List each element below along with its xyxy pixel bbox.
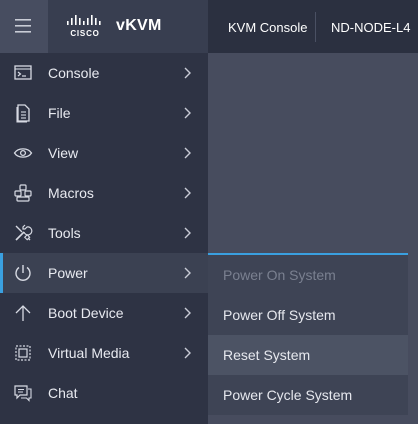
- console-icon: [14, 65, 32, 80]
- submenu-power-off[interactable]: Power Off System: [208, 295, 408, 335]
- sidebar-item-label: Virtual Media: [48, 345, 130, 361]
- brand-area: CISCO vKVM: [0, 0, 208, 53]
- sidebar-item-tools[interactable]: Tools: [0, 213, 208, 253]
- chat-icon: [14, 385, 32, 402]
- kvm-console-link[interactable]: KVM Console: [228, 20, 307, 35]
- chevron-right-icon: [184, 347, 191, 359]
- app-title: vKVM: [116, 17, 162, 34]
- sidebar-item-chat[interactable]: Chat: [0, 373, 208, 413]
- sidebar-item-file[interactable]: File: [0, 93, 208, 133]
- power-submenu: Power On System Power Off System Reset S…: [208, 253, 408, 415]
- sidebar-item-view[interactable]: View: [0, 133, 208, 173]
- power-icon: [15, 265, 31, 281]
- submenu-item-label: Power Off System: [223, 307, 336, 323]
- sidebar-item-boot-device[interactable]: Boot Device: [0, 293, 208, 333]
- cisco-logo: CISCO: [67, 15, 101, 37]
- submenu-power-on: Power On System: [208, 255, 408, 295]
- sidebar-item-macros[interactable]: Macros: [0, 173, 208, 213]
- top-divider: [315, 12, 316, 42]
- eye-icon: [13, 148, 33, 158]
- submenu-power-cycle[interactable]: Power Cycle System: [208, 375, 408, 415]
- submenu-item-label: Power Cycle System: [223, 387, 353, 403]
- chevron-right-icon: [184, 67, 191, 79]
- submenu-item-label: Reset System: [223, 347, 311, 363]
- chevron-right-icon: [184, 307, 191, 319]
- tools-icon: [15, 224, 33, 241]
- submenu-reset-system[interactable]: Reset System: [208, 335, 408, 375]
- sidebar-item-virtual-media[interactable]: Virtual Media: [0, 333, 208, 373]
- chevron-right-icon: [184, 227, 191, 239]
- sidebar-item-label: Chat: [48, 385, 78, 401]
- svg-text:CISCO: CISCO: [70, 29, 99, 37]
- sidebar-item-label: Macros: [48, 185, 94, 201]
- macros-icon: [14, 184, 32, 202]
- chevron-right-icon: [184, 107, 191, 119]
- sidebar-item-label: File: [48, 105, 71, 121]
- hamburger-icon: [15, 19, 31, 33]
- boot-arrow-icon: [15, 305, 31, 321]
- sidebar-item-console[interactable]: Console: [0, 53, 208, 93]
- chevron-right-icon: [184, 147, 191, 159]
- node-name-link[interactable]: ND-NODE-L4: [331, 20, 410, 35]
- menu-toggle-button[interactable]: [0, 0, 48, 53]
- sidebar-item-label: Tools: [48, 225, 81, 241]
- chevron-right-icon: [184, 267, 191, 279]
- submenu-item-label: Power On System: [223, 267, 336, 283]
- sidebar-item-label: View: [48, 145, 79, 161]
- virtual-media-icon: [15, 345, 31, 361]
- sidebar-item-label: Power: [48, 265, 88, 281]
- sidebar-menu: Console File View Macros Tools Power Boo…: [0, 53, 208, 424]
- sidebar-item-label: Boot Device: [48, 305, 124, 321]
- top-bar: CISCO vKVM KVM Console ND-NODE-L4: [0, 0, 418, 53]
- sidebar-item-power[interactable]: Power: [0, 253, 208, 293]
- sidebar-item-label: Console: [48, 65, 100, 81]
- file-icon: [16, 104, 30, 123]
- chevron-right-icon: [184, 187, 191, 199]
